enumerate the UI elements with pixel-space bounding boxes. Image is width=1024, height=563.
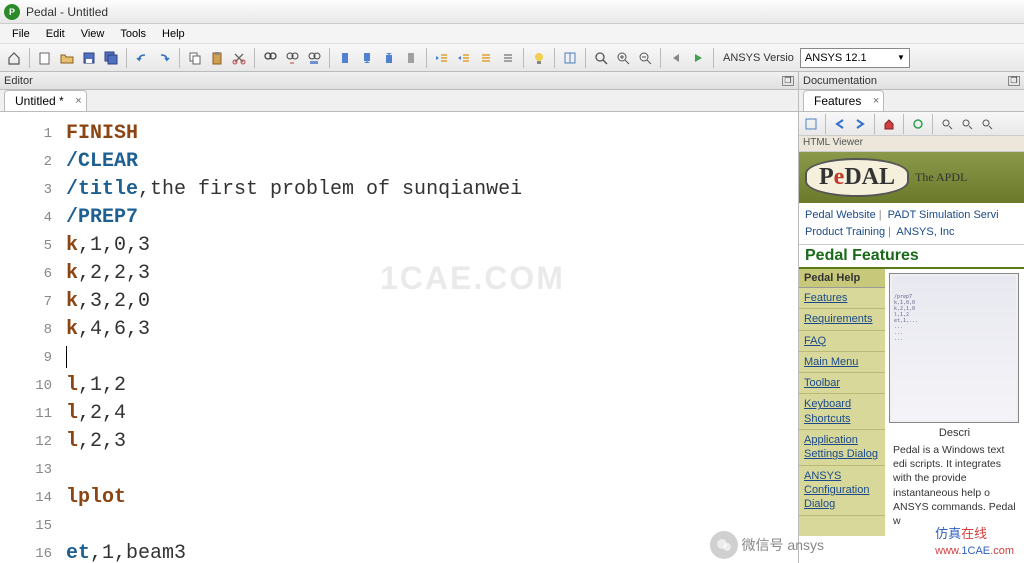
save-icon[interactable] xyxy=(79,48,99,68)
code-area[interactable]: FINISH/CLEAR/title,the first problem of … xyxy=(60,112,798,563)
lightbulb-icon[interactable] xyxy=(529,48,549,68)
find-next-icon[interactable] xyxy=(282,48,302,68)
redo-icon[interactable] xyxy=(154,48,174,68)
bookmark-next-icon[interactable] xyxy=(379,48,399,68)
link-training[interactable]: Product Training xyxy=(805,226,885,238)
documentation-pane: Documentation ❐ Features × HTML Viewer xyxy=(799,72,1024,563)
editor-pane-title: Editor xyxy=(4,75,33,87)
editor-pane: Editor ❐ Untitled * × 123456789101112131… xyxy=(0,72,799,563)
desc-text: Pedal is a Windows text edi scripts. It … xyxy=(889,439,1020,532)
paste-icon[interactable] xyxy=(207,48,227,68)
code-editor[interactable]: 1234567891011121314151617 FINISH/CLEAR/t… xyxy=(0,112,798,563)
run-icon[interactable] xyxy=(688,48,708,68)
screenshot-thumbnail: /prep7k,1,0,0k,2,1,0l,1,2et,1,..........… xyxy=(889,273,1019,423)
bookmark-icon[interactable] xyxy=(335,48,355,68)
zoom-in-icon[interactable] xyxy=(613,48,633,68)
zoom-icon[interactable] xyxy=(591,48,611,68)
window-title: Pedal - Untitled xyxy=(26,5,108,19)
version-value: ANSYS 12.1 xyxy=(805,52,867,64)
nav-main-menu[interactable]: Main Menu xyxy=(799,352,885,373)
nav-faq[interactable]: FAQ xyxy=(799,331,885,352)
save-all-icon[interactable] xyxy=(101,48,121,68)
zoom-out-icon[interactable] xyxy=(635,48,655,68)
nav-requirements[interactable]: Requirements xyxy=(799,309,885,330)
version-label: ANSYS Versio xyxy=(719,52,798,64)
menubar: File Edit View Tools Help xyxy=(0,24,1024,44)
html-viewer-label: HTML Viewer xyxy=(799,136,1024,152)
close-icon[interactable]: × xyxy=(873,95,879,107)
bookmark-clear-icon[interactable] xyxy=(401,48,421,68)
menu-tools[interactable]: Tools xyxy=(112,26,154,42)
new-icon[interactable] xyxy=(35,48,55,68)
find-icon[interactable] xyxy=(260,48,280,68)
doc-zoom-in-icon[interactable] xyxy=(958,115,976,133)
features-title: Pedal Features xyxy=(799,245,1024,269)
run-prev-icon[interactable] xyxy=(666,48,686,68)
chevron-down-icon: ▼ xyxy=(897,53,905,62)
comment-icon[interactable] xyxy=(476,48,496,68)
nav-header: Pedal Help xyxy=(799,269,885,288)
doc-home-icon[interactable] xyxy=(802,115,820,133)
doc-pane-header: Documentation ❐ xyxy=(799,72,1024,90)
menu-view[interactable]: View xyxy=(73,26,113,42)
menu-file[interactable]: File xyxy=(4,26,38,42)
nav-toolbar[interactable]: Toolbar xyxy=(799,373,885,394)
doc-links: Pedal Website| PADT Simulation Servi Pro… xyxy=(799,203,1024,245)
nav-features[interactable]: Features xyxy=(799,288,885,309)
home-icon[interactable] xyxy=(4,48,24,68)
undo-icon[interactable] xyxy=(132,48,152,68)
editor-tab-label: Untitled * xyxy=(15,94,64,108)
back-icon[interactable] xyxy=(831,115,849,133)
menu-edit[interactable]: Edit xyxy=(38,26,73,42)
indent-icon[interactable] xyxy=(454,48,474,68)
cut-icon[interactable] xyxy=(229,48,249,68)
doc-pane-title: Documentation xyxy=(803,75,877,87)
pedal-subtitle: The APDL xyxy=(915,170,967,185)
copy-icon[interactable] xyxy=(185,48,205,68)
features-preview: /prep7k,1,0,0k,2,1,0l,1,2et,1,..........… xyxy=(885,269,1024,536)
replace-icon[interactable] xyxy=(304,48,324,68)
uncomment-icon[interactable] xyxy=(498,48,518,68)
link-pedal-website[interactable]: Pedal Website xyxy=(805,209,876,221)
menu-help[interactable]: Help xyxy=(154,26,193,42)
doc-zoom-out-icon[interactable] xyxy=(978,115,996,133)
refresh-icon[interactable] xyxy=(909,115,927,133)
pedal-banner: PeDAL The APDL xyxy=(799,152,1024,203)
editor-pane-header: Editor ❐ xyxy=(0,72,798,90)
forward-icon[interactable] xyxy=(851,115,869,133)
nav-app-settings[interactable]: Application Settings Dialog xyxy=(799,430,885,466)
doc-toolbar xyxy=(799,112,1024,136)
close-icon[interactable]: × xyxy=(75,95,81,107)
line-gutter: 1234567891011121314151617 xyxy=(0,112,60,563)
restore-icon[interactable]: ❐ xyxy=(782,76,794,86)
bookmark-prev-icon[interactable] xyxy=(357,48,377,68)
main-toolbar: ANSYS Versio ANSYS 12.1 ▼ xyxy=(0,44,1024,72)
doc-tab-label: Features xyxy=(814,94,861,108)
desc-title: Descri xyxy=(889,427,1020,439)
nav-shortcuts[interactable]: Keyboard Shortcuts xyxy=(799,394,885,430)
window-titlebar: P Pedal - Untitled xyxy=(0,0,1024,24)
link-padt[interactable]: PADT Simulation Servi xyxy=(888,209,999,221)
link-ansys[interactable]: ANSYS, Inc xyxy=(896,226,954,238)
editor-tabstrip: Untitled * × xyxy=(0,90,798,112)
doc-content: PeDAL The APDL Pedal Website| PADT Simul… xyxy=(799,152,1024,563)
features-nav: Pedal Help Features Requirements FAQ Mai… xyxy=(799,269,885,536)
doc-zoom-icon[interactable] xyxy=(938,115,956,133)
nav-ansys-config[interactable]: ANSYS Configuration Dialog xyxy=(799,466,885,516)
editor-tab[interactable]: Untitled * × xyxy=(4,90,87,111)
doc-home2-icon[interactable] xyxy=(880,115,898,133)
version-combo[interactable]: ANSYS 12.1 ▼ xyxy=(800,48,910,68)
doc-tab[interactable]: Features × xyxy=(803,90,884,111)
outdent-icon[interactable] xyxy=(432,48,452,68)
panel-icon[interactable] xyxy=(560,48,580,68)
app-icon: P xyxy=(4,4,20,20)
open-icon[interactable] xyxy=(57,48,77,68)
doc-tabstrip: Features × xyxy=(799,90,1024,112)
pedal-logo: PeDAL xyxy=(805,158,909,197)
restore-icon[interactable]: ❐ xyxy=(1008,76,1020,86)
